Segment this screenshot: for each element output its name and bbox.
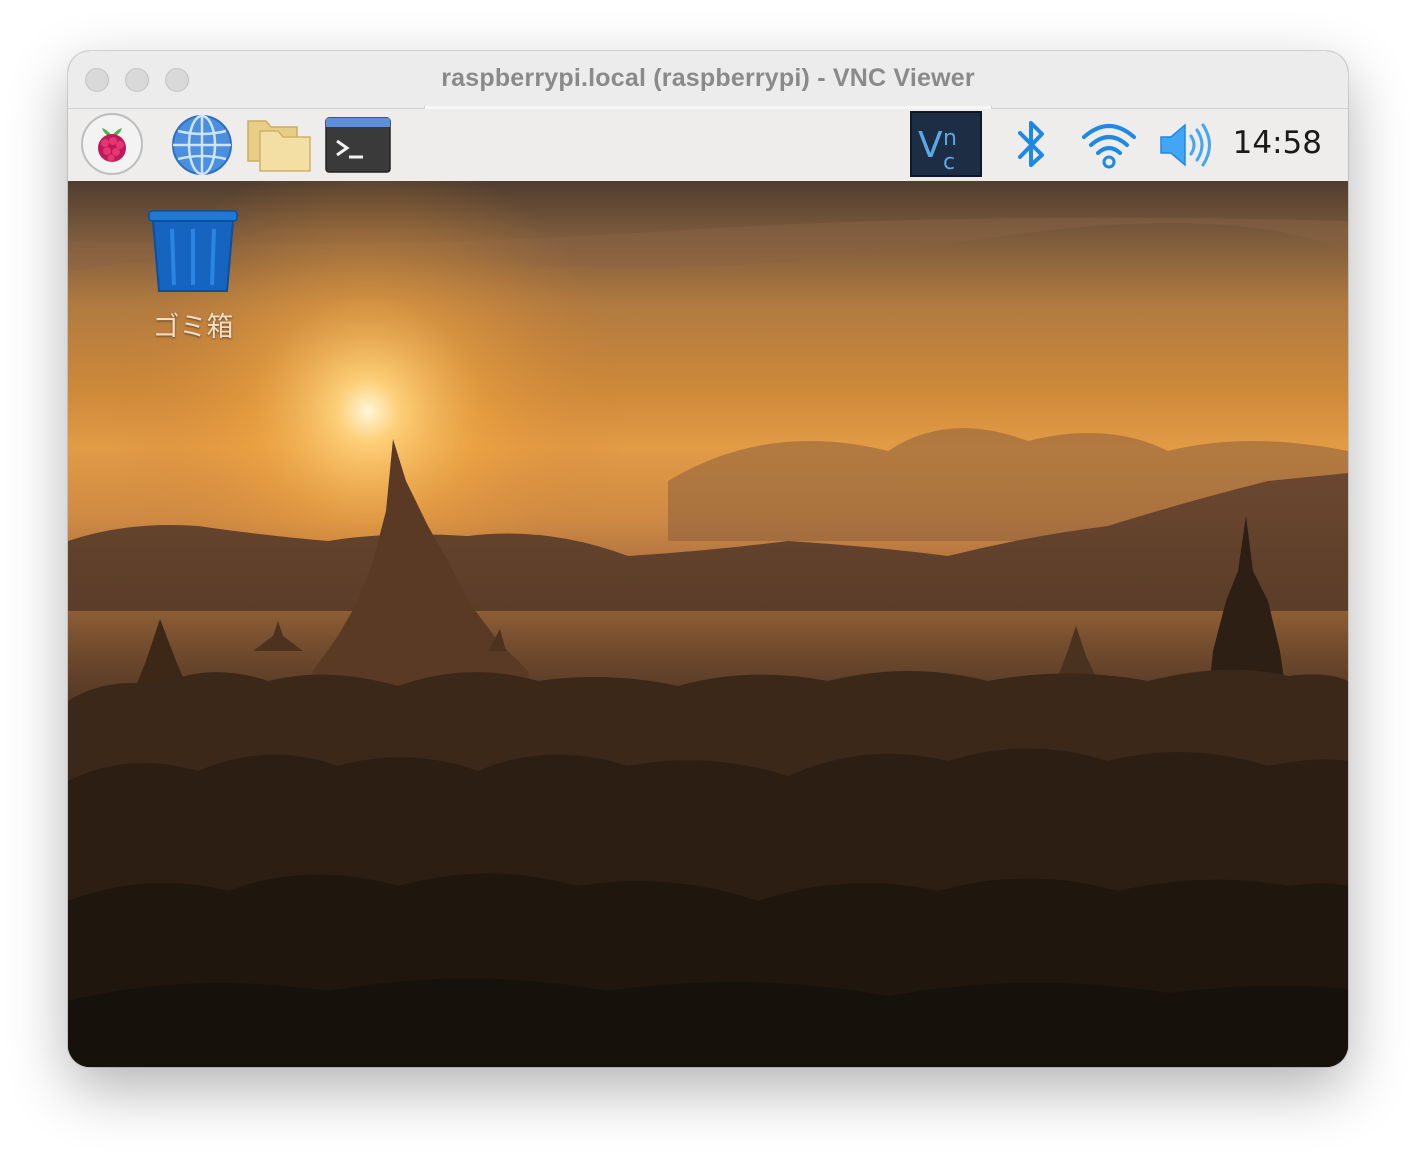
bluetooth-tray-button[interactable]: [1012, 117, 1052, 173]
svg-text:c: c: [943, 150, 955, 175]
raspberry-pi-icon: [81, 113, 143, 175]
web-browser-launcher[interactable]: [170, 113, 234, 177]
wifi-tray-button[interactable]: [1080, 117, 1138, 173]
raspberry-pi-taskbar: V n c 14:58: [68, 109, 1348, 182]
svg-text:n: n: [943, 126, 957, 151]
globe-icon: [172, 114, 232, 176]
terminal-icon: [325, 117, 391, 173]
raspberry-menu-button[interactable]: [80, 112, 144, 176]
vnc-server-tray-button[interactable]: V n c: [910, 111, 982, 177]
trash-bin-icon: [148, 210, 238, 292]
sunset-pagoda-wallpaper: [68, 181, 1348, 1067]
taskbar-clock[interactable]: 14:58: [1233, 125, 1322, 161]
volume-tray-button[interactable]: [1158, 119, 1214, 171]
terminal-launcher[interactable]: [325, 117, 391, 173]
wifi-icon: [1082, 124, 1136, 169]
vnc-icon: V n c: [910, 111, 982, 177]
file-manager-launcher[interactable]: [246, 117, 312, 173]
window-titlebar[interactable]: raspberrypi.local (raspberrypi) - VNC Vi…: [68, 51, 1348, 110]
volume-icon: [1160, 123, 1211, 167]
vnc-viewer-window: raspberrypi.local (raspberrypi) - VNC Vi…: [68, 51, 1348, 1067]
window-title: raspberrypi.local (raspberrypi) - VNC Vi…: [441, 64, 975, 92]
desktop-trash[interactable]: ゴミ箱: [138, 209, 248, 344]
folder-icon: [247, 120, 311, 172]
desktop-area[interactable]: ゴミ箱: [68, 181, 1348, 1067]
svg-text:V: V: [918, 125, 943, 166]
trash-label: ゴミ箱: [152, 312, 234, 343]
bluetooth-icon: [1018, 121, 1044, 167]
